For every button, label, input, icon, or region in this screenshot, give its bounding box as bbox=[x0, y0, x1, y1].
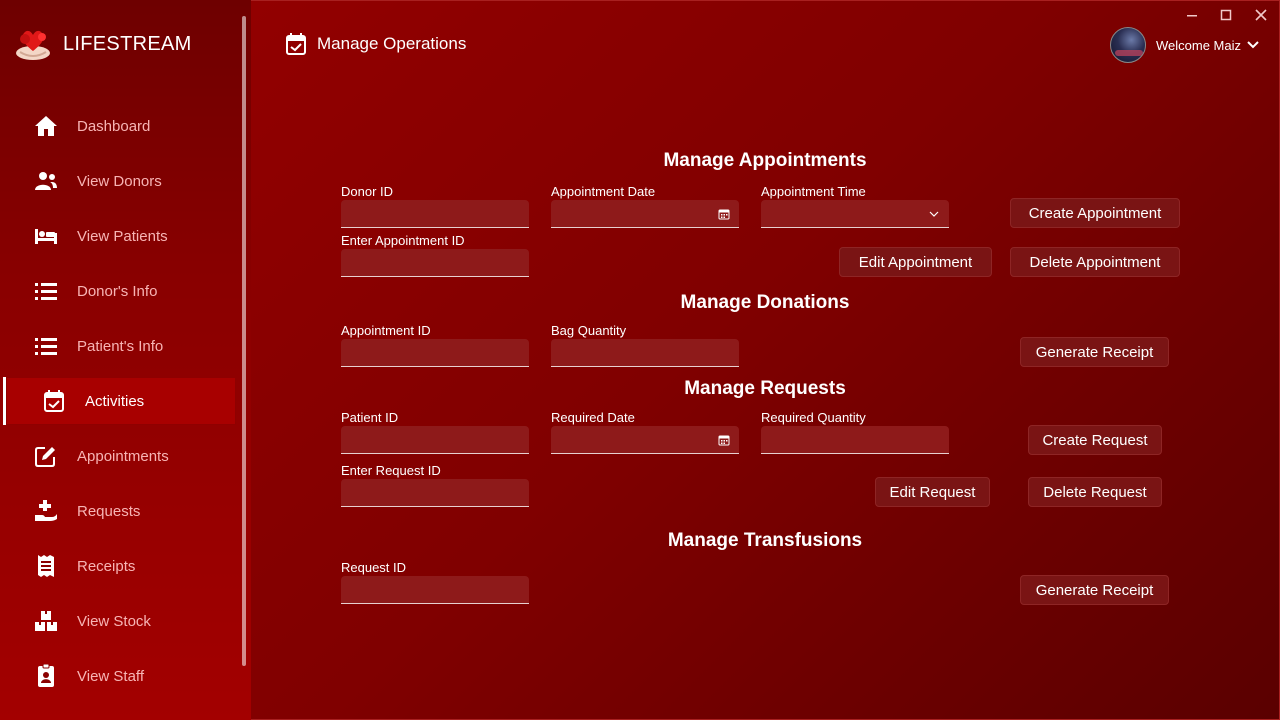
boxes-icon bbox=[34, 609, 58, 633]
bag-quantity-input[interactable] bbox=[551, 339, 739, 366]
page-header: Manage Operations bbox=[286, 33, 466, 55]
generate-transfusion-receipt-button[interactable]: Generate Receipt bbox=[1020, 575, 1169, 605]
users-icon bbox=[34, 169, 58, 193]
enter-appointment-id-label: Enter Appointment ID bbox=[341, 233, 465, 248]
user-menu[interactable]: Welcome Maiz bbox=[1110, 27, 1259, 63]
sidebar-item-label: Appointments bbox=[77, 447, 169, 465]
section-title-transfusions: Manage Transfusions bbox=[667, 530, 863, 551]
transfusion-request-id-input[interactable] bbox=[341, 576, 529, 603]
avatar[interactable] bbox=[1110, 27, 1146, 63]
required-quantity-input[interactable] bbox=[761, 426, 949, 453]
donor-id-input[interactable] bbox=[341, 200, 529, 227]
sidebar-item-appointments[interactable]: Appointments bbox=[0, 432, 236, 480]
chevron-down-icon[interactable] bbox=[927, 207, 941, 221]
app-name: LIFESTREAM bbox=[63, 32, 192, 55]
donation-appointment-id-input[interactable] bbox=[341, 339, 529, 366]
sidebar-item-view-patients[interactable]: View Patients bbox=[0, 212, 236, 260]
appointment-time-label: Appointment Time bbox=[761, 184, 866, 199]
sidebar-scrollbar[interactable] bbox=[242, 16, 246, 666]
sidebar-item-view-donors[interactable]: View Donors bbox=[0, 157, 236, 205]
section-title-donations: Manage Donations bbox=[680, 292, 850, 313]
sidebar: LIFESTREAM Dashboard View Donors View Pa… bbox=[0, 0, 251, 720]
sidebar-item-label: Requests bbox=[77, 502, 141, 520]
sidebar-item-view-staff[interactable]: View Staff bbox=[0, 652, 236, 700]
sidebar-item-donors-info[interactable]: Donor's Info bbox=[0, 267, 236, 315]
sidebar-item-activities[interactable]: Activities bbox=[3, 377, 236, 425]
id-badge-icon bbox=[34, 664, 58, 688]
main-content: Manage Operations Welcome Maiz Manage Ap… bbox=[251, 0, 1280, 720]
delete-request-button[interactable]: Delete Request bbox=[1028, 477, 1162, 507]
calendar-icon[interactable] bbox=[717, 433, 731, 447]
bag-quantity-label: Bag Quantity bbox=[551, 323, 627, 338]
sidebar-item-label: View Stock bbox=[77, 612, 151, 630]
create-appointment-button[interactable]: Create Appointment bbox=[1010, 198, 1180, 228]
request-id-input[interactable] bbox=[341, 479, 529, 506]
section-title-requests: Manage Requests bbox=[684, 378, 846, 399]
close-icon[interactable] bbox=[1249, 5, 1273, 25]
required-quantity-field[interactable] bbox=[761, 426, 949, 454]
minimize-icon[interactable] bbox=[1180, 5, 1204, 25]
donor-id-field[interactable] bbox=[341, 200, 529, 228]
bag-quantity-field[interactable] bbox=[551, 339, 739, 367]
home-icon bbox=[34, 114, 58, 138]
donation-appointment-id-field[interactable] bbox=[341, 339, 529, 367]
required-date-label: Required Date bbox=[551, 410, 635, 425]
appointment-id-input[interactable] bbox=[341, 249, 529, 276]
maximize-icon[interactable] bbox=[1214, 5, 1238, 25]
calendar-icon[interactable] bbox=[717, 207, 731, 221]
page-title: Manage Operations bbox=[317, 34, 467, 53]
section-title-appointments: Manage Appointments bbox=[663, 150, 867, 171]
edit-icon bbox=[34, 444, 58, 468]
sidebar-item-label: Receipts bbox=[77, 557, 136, 575]
sidebar-item-requests[interactable]: Requests bbox=[0, 487, 236, 535]
brand: LIFESTREAM bbox=[14, 26, 192, 62]
required-quantity-label: Required Quantity bbox=[761, 410, 866, 425]
sidebar-item-receipts[interactable]: Receipts bbox=[0, 542, 236, 590]
patient-id-input[interactable] bbox=[341, 426, 529, 453]
transfusion-request-id-field[interactable] bbox=[341, 576, 529, 604]
calendar-check-icon bbox=[42, 389, 66, 413]
sidebar-item-label: Donor's Info bbox=[77, 282, 158, 300]
list-icon bbox=[34, 334, 58, 358]
edit-appointment-button[interactable]: Edit Appointment bbox=[839, 247, 992, 277]
appointment-date-label: Appointment Date bbox=[551, 184, 656, 199]
edit-request-button[interactable]: Edit Request bbox=[875, 477, 990, 507]
request-id-label: Request ID bbox=[341, 560, 407, 575]
sidebar-item-label: Activities bbox=[85, 392, 145, 410]
generate-donation-receipt-button[interactable]: Generate Receipt bbox=[1020, 337, 1169, 367]
patient-id-field[interactable] bbox=[341, 426, 529, 454]
required-date-picker[interactable] bbox=[551, 426, 739, 454]
sidebar-item-label: Dashboard bbox=[77, 117, 151, 135]
sidebar-item-label: Patient's Info bbox=[77, 337, 164, 355]
hand-medical-icon bbox=[34, 499, 58, 523]
appointment-id-field[interactable] bbox=[341, 249, 529, 277]
chevron-down-icon[interactable] bbox=[1247, 39, 1259, 51]
sidebar-item-label: View Donors bbox=[77, 172, 162, 190]
sidebar-item-dashboard[interactable]: Dashboard bbox=[0, 102, 236, 150]
request-id-field[interactable] bbox=[341, 479, 529, 507]
welcome-text: Welcome Maiz bbox=[1156, 37, 1242, 53]
receipt-icon bbox=[34, 554, 58, 578]
create-request-button[interactable]: Create Request bbox=[1028, 425, 1162, 455]
enter-request-id-label: Enter Request ID bbox=[341, 463, 441, 478]
sidebar-item-view-stock[interactable]: View Stock bbox=[0, 597, 236, 645]
patient-id-label: Patient ID bbox=[341, 410, 399, 425]
sidebar-item-label: View Staff bbox=[77, 667, 144, 685]
calendar-check-icon bbox=[286, 33, 306, 55]
appointment-id-label: Appointment ID bbox=[341, 323, 431, 338]
sidebar-item-patients-info[interactable]: Patient's Info bbox=[0, 322, 236, 370]
bed-icon bbox=[34, 224, 58, 248]
appointment-date-picker[interactable] bbox=[551, 200, 739, 228]
donor-id-label: Donor ID bbox=[341, 184, 394, 199]
appointment-time-select[interactable] bbox=[761, 200, 949, 228]
delete-appointment-button[interactable]: Delete Appointment bbox=[1010, 247, 1180, 277]
sidebar-item-label: View Patients bbox=[77, 227, 168, 245]
logo-icon bbox=[16, 30, 50, 60]
list-icon bbox=[34, 279, 58, 303]
